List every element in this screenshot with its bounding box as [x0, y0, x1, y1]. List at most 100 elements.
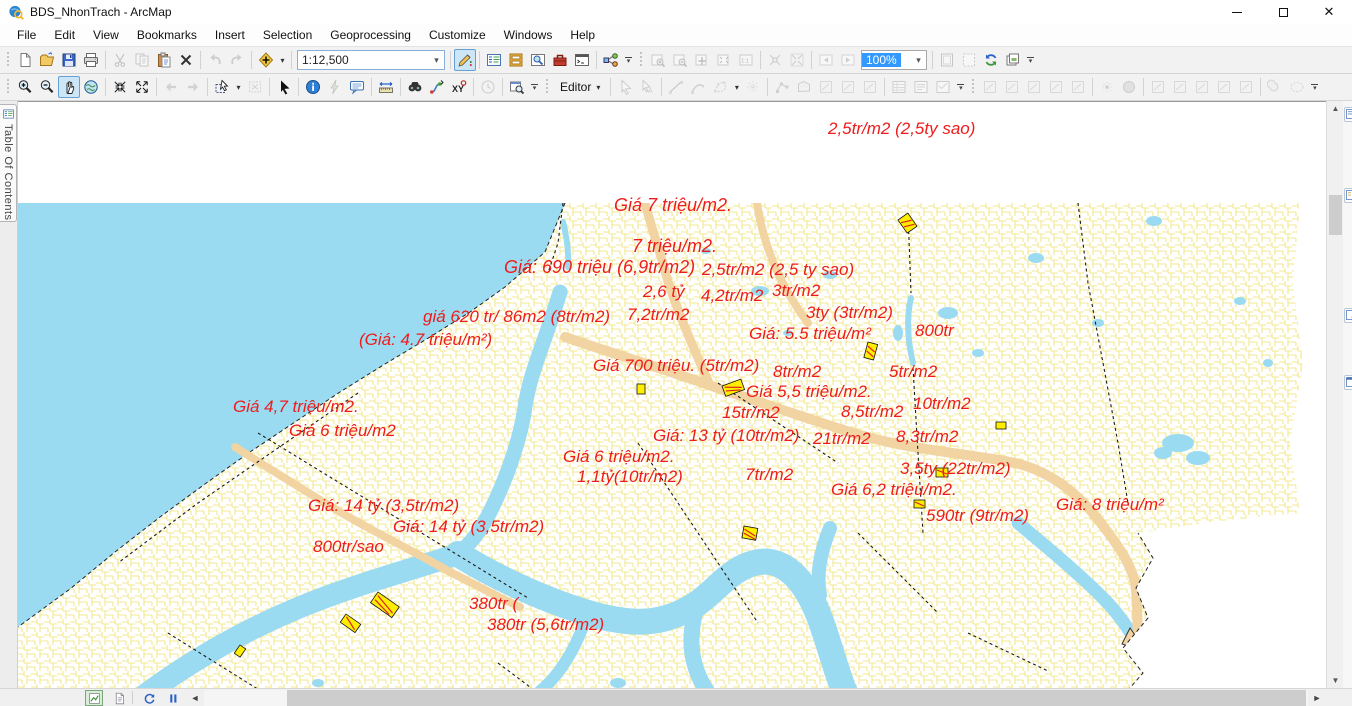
layout-view-button[interactable]: [110, 690, 128, 706]
measure-icon[interactable]: [375, 76, 397, 98]
scroll-right-arrow[interactable]: ►: [1308, 690, 1326, 706]
maximize-button[interactable]: [1260, 0, 1306, 24]
standard-toolbar: ▾1:12,500▾▾1:1100%▾▾: [0, 47, 1352, 74]
construction-tools-dropdown-icon[interactable]: ▾: [731, 76, 742, 98]
toolbar-overflow-button[interactable]: ▾: [528, 76, 541, 98]
toolbar-overflow-button[interactable]: ▾: [1024, 49, 1037, 71]
arcmap-app-icon: [8, 4, 24, 20]
close-icon: ✕: [1324, 4, 1335, 20]
extend-tool-icon: [1023, 76, 1045, 98]
minimize-button[interactable]: [1214, 0, 1260, 24]
print-icon[interactable]: [80, 49, 102, 71]
table-of-contents-tab[interactable]: Table Of Contents: [0, 104, 17, 222]
vertical-scrollbar[interactable]: ▲ ▼: [1326, 101, 1343, 688]
docked-window-icon[interactable]: [1344, 107, 1352, 122]
catalog-window-icon[interactable]: [505, 49, 527, 71]
pan-icon[interactable]: [58, 76, 80, 98]
menu-item-windows[interactable]: Windows: [495, 25, 562, 45]
scroll-down-arrow[interactable]: ▼: [1327, 673, 1344, 688]
toolbar-grip[interactable]: [6, 52, 11, 68]
search-window-icon[interactable]: [527, 49, 549, 71]
toolbar-grip[interactable]: [6, 79, 11, 95]
split-tool-icon: [837, 76, 859, 98]
paste-icon[interactable]: [153, 49, 175, 71]
menu-item-bookmarks[interactable]: Bookmarks: [128, 25, 206, 45]
zoom-in-icon[interactable]: [14, 76, 36, 98]
select-features-dropdown-icon[interactable]: ▾: [233, 76, 244, 98]
python-window-icon[interactable]: [571, 49, 593, 71]
map-canvas[interactable]: [18, 203, 1326, 706]
menu-item-insert[interactable]: Insert: [206, 25, 254, 45]
data-driven-pages-icon[interactable]: [1002, 49, 1024, 71]
toolbar-grip[interactable]: [971, 79, 976, 95]
find-route-icon[interactable]: [426, 76, 448, 98]
go-to-xy-icon[interactable]: XY: [448, 76, 470, 98]
save-icon[interactable]: [58, 49, 80, 71]
menu-item-file[interactable]: File: [8, 25, 45, 45]
horizontal-scroll-thumb[interactable]: [287, 690, 1306, 706]
go-back-extent-layout-icon: [815, 49, 837, 71]
add-data-icon[interactable]: [255, 49, 277, 71]
new-document-icon[interactable]: [14, 49, 36, 71]
table-of-contents-window-icon[interactable]: [483, 49, 505, 71]
toolbar-overflow-button[interactable]: ▾: [1308, 76, 1321, 98]
horizontal-scrollbar[interactable]: [204, 690, 1308, 706]
data-view-button[interactable]: [85, 690, 103, 706]
menu-item-view[interactable]: View: [84, 25, 128, 45]
vertical-scroll-thumb[interactable]: [1329, 195, 1342, 235]
map-scale-combo-value[interactable]: 1:12,500: [298, 53, 353, 67]
layout-zoom-combo[interactable]: 100% ▾: [861, 50, 927, 70]
menu-item-selection[interactable]: Selection: [254, 25, 321, 45]
editor-menu-button[interactable]: Editor▾: [553, 76, 607, 98]
toolbar-separator: [811, 51, 812, 69]
add-data-dropdown-icon[interactable]: ▾: [277, 49, 288, 71]
refresh-view-icon[interactable]: [980, 49, 1002, 71]
menu-item-geoprocessing[interactable]: Geoprocessing: [321, 25, 420, 45]
rotate-tool-icon: [859, 76, 881, 98]
select-features-icon[interactable]: [211, 76, 233, 98]
menu-item-help[interactable]: Help: [561, 25, 604, 45]
toolbar-separator: [767, 78, 768, 96]
docked-window-icon[interactable]: [1344, 375, 1352, 390]
select-elements-icon[interactable]: [273, 76, 295, 98]
undo-icon: [204, 49, 226, 71]
chevron-down-icon[interactable]: ▾: [429, 55, 444, 66]
zoom-out-icon[interactable]: [36, 76, 58, 98]
edit-vertices-icon: [771, 76, 793, 98]
toggle-draft-mode-icon: [936, 49, 958, 71]
find-icon[interactable]: [404, 76, 426, 98]
close-button[interactable]: ✕: [1306, 0, 1352, 24]
toolbar-overflow-button[interactable]: ▾: [954, 76, 967, 98]
arctoolbox-window-icon[interactable]: [549, 49, 571, 71]
fixed-zoom-in-icon[interactable]: [109, 76, 131, 98]
full-extent-icon[interactable]: [80, 76, 102, 98]
toolbar-overflow-button[interactable]: ▾: [622, 49, 635, 71]
docked-window-icon[interactable]: [1344, 308, 1352, 323]
fixed-zoom-out-icon[interactable]: [131, 76, 153, 98]
toolbar-separator: [596, 51, 597, 69]
toolbar-grip[interactable]: [639, 52, 644, 68]
toolbar-separator: [450, 51, 451, 69]
chevron-down-icon[interactable]: ▾: [911, 55, 926, 66]
pause-drawing-button[interactable]: [164, 690, 182, 706]
scroll-up-arrow[interactable]: ▲: [1327, 101, 1344, 116]
edit-tool-icon: [614, 76, 636, 98]
docked-window-icon[interactable]: [1344, 188, 1352, 203]
tools-editor-toolbar: ▾XY▾Editor▾A▾▾▾: [0, 74, 1352, 101]
toolbar-separator: [105, 78, 106, 96]
open-folder-icon[interactable]: [36, 49, 58, 71]
modelbuilder-window-icon[interactable]: [600, 49, 622, 71]
menu-item-customize[interactable]: Customize: [420, 25, 495, 45]
scroll-left-arrow[interactable]: ◄: [186, 690, 204, 706]
html-popup-icon[interactable]: [346, 76, 368, 98]
menu-item-edit[interactable]: Edit: [45, 25, 84, 45]
delete-icon[interactable]: [175, 49, 197, 71]
viewer-window-icon[interactable]: [506, 76, 528, 98]
refresh-map-button[interactable]: [140, 690, 158, 706]
map-scale-combo[interactable]: 1:12,500 ▾: [297, 50, 445, 70]
identify-icon[interactable]: [302, 76, 324, 98]
editor-toolbar-toggle-icon[interactable]: [454, 49, 476, 71]
layout-zoom-combo-value[interactable]: 100%: [862, 53, 901, 67]
toolbar-separator: [156, 78, 157, 96]
toolbar-grip[interactable]: [545, 79, 550, 95]
